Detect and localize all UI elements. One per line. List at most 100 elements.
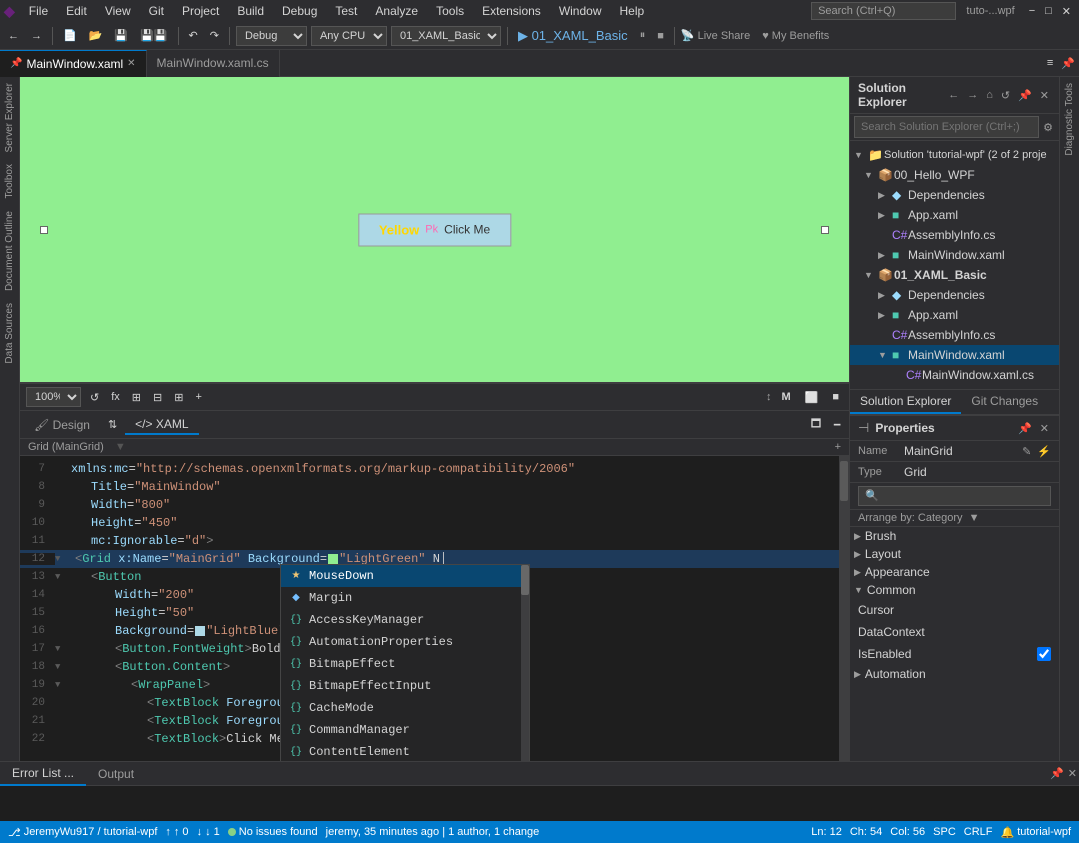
my-benefits-button[interactable]: ♥ My Benefits (762, 30, 829, 42)
menu-build[interactable]: Build (229, 2, 272, 20)
sol-settings-button[interactable]: ⚙ (1041, 120, 1055, 135)
tree-item-hello-wpf[interactable]: ▼ 📦 00_Hello_WPF (850, 165, 1059, 185)
menu-extensions[interactable]: Extensions (474, 2, 549, 20)
pin-panel-button[interactable]: 📌 (1057, 55, 1079, 72)
tab-options-button[interactable]: ≡ (1043, 55, 1057, 71)
ac-item-bitmapeffect[interactable]: {} BitmapEffect (281, 653, 529, 675)
tree-item-deps-hello[interactable]: ▶ ◆ Dependencies (850, 185, 1059, 205)
tab-close-xaml[interactable]: ✕ (127, 58, 135, 69)
status-git-branch[interactable]: ⎇ JeremyWu917 / tutorial-wpf (8, 826, 157, 839)
zoom-level-dropdown[interactable]: 100% 50% 200% (26, 387, 81, 407)
collapse-pane-button[interactable]: 🗕 (829, 413, 845, 436)
tree-arrow-app-hello[interactable]: ▶ (878, 210, 892, 221)
tree-item-assemblyinfo-basic[interactable]: ▶ C# AssemblyInfo.cs (850, 325, 1059, 345)
menu-project[interactable]: Project (174, 2, 227, 20)
menu-tools[interactable]: Tools (428, 2, 472, 20)
sol-search-input[interactable] (854, 116, 1039, 138)
tree-item-deps-basic[interactable]: ▶ ◆ Dependencies (850, 285, 1059, 305)
tree-item-xaml-basic[interactable]: ▼ 📦 01_XAML_Basic (850, 265, 1059, 285)
platform-dropdown[interactable]: Any CPU (311, 26, 387, 46)
open-button[interactable]: 📂 (85, 27, 107, 44)
startup-project-dropdown[interactable]: 01_XAML_Basic (391, 26, 501, 46)
zoom-fx-button[interactable]: fx (108, 390, 123, 404)
stop-button[interactable]: ■ (653, 28, 668, 44)
sol-refresh-button[interactable]: ↺ (999, 88, 1012, 103)
menu-analyze[interactable]: Analyze (367, 2, 426, 20)
resize-handle-left[interactable] (40, 226, 48, 234)
tree-item-app-xaml-basic[interactable]: ▶ ■ App.xaml (850, 305, 1059, 325)
sidebar-diagnostic-tools[interactable]: Diagnostic Tools (1062, 77, 1077, 162)
tree-arrow-solution[interactable]: ▼ (854, 150, 868, 160)
props-close-button[interactable]: ✕ (1038, 421, 1051, 436)
tab-mainwindow-cs[interactable]: MainWindow.xaml.cs (147, 50, 280, 77)
menu-test[interactable]: Test (327, 2, 365, 20)
menu-help[interactable]: Help (612, 2, 653, 20)
props-search-input[interactable] (858, 486, 1051, 506)
ac-item-mousedown[interactable]: ★ MouseDown (281, 565, 529, 587)
tab-mainwindow-xaml[interactable]: 📌 MainWindow.xaml ✕ (0, 50, 147, 77)
sol-home-button[interactable]: ⌂ (984, 88, 995, 103)
sidebar-toolbox[interactable]: Toolbox (2, 158, 17, 204)
live-share-button[interactable]: 📡 Live Share (681, 29, 750, 42)
forward-button[interactable]: → (27, 28, 46, 44)
sol-pin-button[interactable]: 📌 (1016, 88, 1034, 103)
tab-design[interactable]: 🖌 Design (24, 416, 100, 434)
undo-button[interactable]: ↶ (185, 27, 202, 44)
props-section-common-header[interactable]: ▼ Common (850, 581, 1059, 599)
props-section-layout-header[interactable]: ▶ Layout (850, 545, 1059, 563)
tree-item-solution[interactable]: ▼ 📁 Solution 'tutorial-wpf' (2 of 2 proj… (850, 145, 1059, 165)
grid-dropdown-arrow[interactable]: ▼ (115, 441, 126, 453)
tree-arrow-hello-wpf[interactable]: ▼ (864, 170, 878, 180)
props-section-automation-header[interactable]: ▶ Automation (850, 665, 1059, 683)
pause-button[interactable]: ⏸ (636, 27, 650, 44)
ac-item-accesskeymanager[interactable]: {} AccessKeyManager (281, 609, 529, 631)
sol-back-button[interactable]: ← (946, 88, 961, 103)
tree-arrow-app-basic[interactable]: ▶ (878, 310, 892, 321)
ac-item-contentelement[interactable]: {} ContentElement (281, 741, 529, 761)
props-name-edit-button[interactable]: ✎ (1022, 445, 1031, 458)
ac-item-cachemode[interactable]: {} CacheMode (281, 697, 529, 719)
tree-item-mainwindow-basic[interactable]: ▼ ■ MainWindow.xaml (850, 345, 1059, 365)
tab-git-changes[interactable]: Git Changes (961, 390, 1048, 414)
back-button[interactable]: ← (4, 28, 23, 44)
menu-window[interactable]: Window (551, 2, 610, 20)
restore-button[interactable]: □ (1041, 3, 1056, 19)
tab-xaml[interactable]: </> XAML (125, 415, 198, 435)
status-line-ending[interactable]: CRLF (964, 826, 993, 838)
props-pin-button[interactable]: 📌 (1016, 421, 1034, 436)
tree-item-mainwindow-hello[interactable]: ▶ ■ MainWindow.xaml (850, 245, 1059, 265)
minimize-button[interactable]: − (1025, 3, 1039, 19)
menu-file[interactable]: File (21, 2, 56, 20)
sidebar-server-explorer[interactable]: Server Explorer (2, 77, 17, 158)
ac-item-commandmanager[interactable]: {} CommandManager (281, 719, 529, 741)
zoom-refresh-button[interactable]: ↺ (87, 390, 102, 405)
tree-arrow-mainwindow-hello[interactable]: ▶ (878, 250, 892, 261)
tab-solution-explorer[interactable]: Solution Explorer (850, 390, 961, 414)
sol-forward-button[interactable]: → (965, 88, 980, 103)
new-project-button[interactable]: 📄 (59, 27, 81, 44)
bottom-tab-output[interactable]: Output (86, 762, 146, 786)
save-button[interactable]: 💾 (110, 27, 132, 44)
sidebar-data-sources[interactable]: Data Sources (2, 297, 17, 370)
props-name-lightning-button[interactable]: ⚡ (1037, 445, 1051, 458)
status-down-arrow[interactable]: ↓ ↓ 1 (197, 826, 220, 838)
zoom-expand-button[interactable]: ⬜ (801, 389, 823, 406)
ac-item-margin[interactable]: ◆ Margin (281, 587, 529, 609)
tree-arrow-mainwindow-basic[interactable]: ▼ (878, 350, 892, 360)
autocomplete-scrollbar[interactable] (521, 565, 529, 761)
menu-edit[interactable]: Edit (58, 2, 95, 20)
menu-debug[interactable]: Debug (274, 2, 325, 20)
tree-item-mainwindow-cs-basic[interactable]: ▶ C# MainWindow.xaml.cs (850, 365, 1059, 385)
menu-git[interactable]: Git (141, 2, 172, 20)
sidebar-document-outline[interactable]: Document Outline (2, 205, 17, 297)
zoom-snap-button[interactable]: ⊟ (150, 390, 165, 405)
save-all-button[interactable]: 💾💾 (136, 27, 171, 44)
expand-pane-button[interactable]: 🗖 (807, 413, 825, 436)
ac-item-bitmapeffectinput[interactable]: {} BitmapEffectInput (281, 675, 529, 697)
resize-handle-right[interactable] (821, 226, 829, 234)
tree-item-assemblyinfo-hello[interactable]: ▶ C# AssemblyInfo.cs (850, 225, 1059, 245)
props-section-brush-header[interactable]: ▶ Brush (850, 527, 1059, 545)
add-element-button[interactable]: + (835, 441, 841, 453)
props-section-appearance-header[interactable]: ▶ Appearance (850, 563, 1059, 581)
close-button[interactable]: ✕ (1058, 3, 1075, 20)
